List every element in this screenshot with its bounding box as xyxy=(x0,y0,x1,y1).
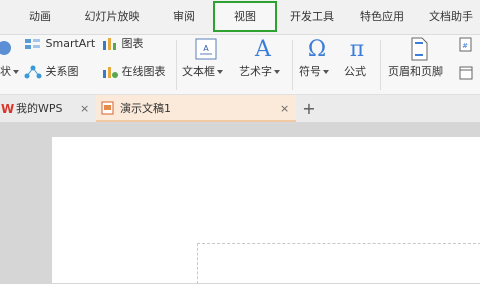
slide-canvas[interactable] xyxy=(52,137,480,284)
presentation-file-icon xyxy=(101,101,114,115)
chevron-down-icon xyxy=(13,70,19,74)
chevron-down-icon xyxy=(323,70,329,74)
text-placeholder[interactable] xyxy=(197,243,480,284)
chart-icon xyxy=(103,38,116,50)
document-tab-bar: W 我的WPS × 演示文稿1 × + xyxy=(0,95,480,123)
symbol-icon: Ω xyxy=(308,37,326,62)
chart-label: 图表 xyxy=(121,37,144,50)
symbol-label: 符号 xyxy=(299,65,321,78)
formula-button[interactable]: π xyxy=(342,35,372,65)
shape-label: 状 xyxy=(0,65,11,78)
menu-tab-features[interactable]: 特色应用 xyxy=(352,0,412,34)
online-chart-icon xyxy=(103,67,118,78)
header-footer-button[interactable] xyxy=(406,37,432,65)
wordart-dropdown[interactable]: 艺术字 xyxy=(239,65,280,79)
wps-logo-icon: W xyxy=(1,102,15,116)
tab-label: 我的WPS xyxy=(16,102,63,115)
textbox-label: 文本框 xyxy=(182,65,215,78)
date-time-icon[interactable] xyxy=(458,65,474,85)
menu-tab-view[interactable]: 视图 xyxy=(213,1,277,32)
shape-dropdown[interactable]: 状 xyxy=(0,65,19,79)
smartart-button[interactable]: SmartArt xyxy=(24,37,95,51)
svg-text:Ω: Ω xyxy=(308,37,326,61)
ribbon-divider xyxy=(292,40,293,90)
svg-text:#: # xyxy=(462,42,468,50)
shape-icon[interactable] xyxy=(0,40,12,60)
menu-tab-animation[interactable]: 动画 xyxy=(20,0,60,34)
header-footer-label[interactable]: 页眉和页脚 xyxy=(388,65,443,79)
svg-text:A: A xyxy=(254,37,272,61)
textbox-button[interactable]: A xyxy=(186,37,226,65)
symbol-button[interactable]: Ω xyxy=(302,35,332,65)
chevron-down-icon xyxy=(217,70,223,74)
symbol-dropdown[interactable]: 符号 xyxy=(299,65,329,79)
new-tab-button[interactable]: + xyxy=(300,95,318,122)
tab-label: 演示文稿1 xyxy=(120,102,171,115)
menu-bar: 动画 幻灯片放映 审阅 视图 开发工具 特色应用 文档助手 xyxy=(0,0,480,35)
menu-tab-review[interactable]: 审阅 xyxy=(164,0,204,34)
textbox-icon: A xyxy=(195,38,217,60)
ribbon: 状 SmartArt 图表 关系图 在线图表 A 文本框 A 艺术字 Ω 符号 … xyxy=(0,35,480,95)
wordart-button[interactable]: A xyxy=(248,35,278,65)
chart-button[interactable]: 图表 xyxy=(102,37,144,51)
wordart-icon: A xyxy=(254,37,272,62)
ribbon-divider xyxy=(380,40,381,90)
wordart-label: 艺术字 xyxy=(239,65,272,78)
close-icon[interactable]: × xyxy=(280,95,289,122)
page-number-icon[interactable]: # xyxy=(458,37,474,57)
menu-tab-doc-assistant[interactable]: 文档助手 xyxy=(422,0,480,34)
relation-icon xyxy=(24,65,42,79)
svg-text:A: A xyxy=(203,44,209,53)
tab-document-1[interactable]: 演示文稿1 × xyxy=(96,95,296,122)
close-icon[interactable]: × xyxy=(80,95,89,122)
relation-label: 关系图 xyxy=(45,65,79,78)
textbox-dropdown[interactable]: 文本框 xyxy=(182,65,223,79)
smartart-label: SmartArt xyxy=(45,37,96,50)
menu-tab-slideshow[interactable]: 幻灯片放映 xyxy=(76,0,148,34)
tab-my-wps[interactable]: W 我的WPS × xyxy=(0,95,96,122)
online-chart-label: 在线图表 xyxy=(121,65,166,78)
formula-label[interactable]: 公式 xyxy=(344,65,366,79)
svg-text:π: π xyxy=(350,37,364,61)
smartart-icon xyxy=(25,39,40,49)
online-chart-button[interactable]: 在线图表 xyxy=(102,65,166,79)
chevron-down-icon xyxy=(274,70,280,74)
ribbon-divider xyxy=(176,40,177,90)
formula-icon: π xyxy=(350,37,364,62)
editing-area xyxy=(0,123,480,284)
header-footer-icon xyxy=(411,37,428,61)
menu-tab-developer[interactable]: 开发工具 xyxy=(282,0,342,34)
relation-button[interactable]: 关系图 xyxy=(24,65,79,79)
